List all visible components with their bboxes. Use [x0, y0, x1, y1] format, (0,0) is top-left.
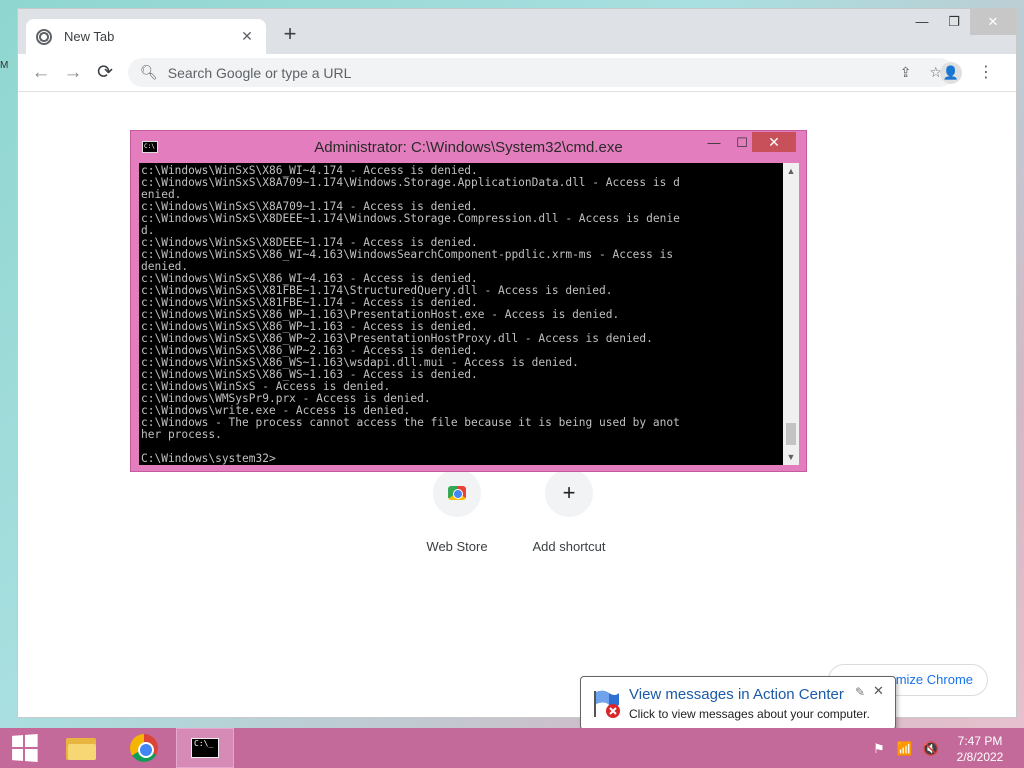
action-center-notification[interactable]: View messages in Action Center Click to … [580, 676, 896, 743]
volume-muted-icon[interactable]: 🔇 [922, 740, 940, 758]
close-button[interactable]: ✕ [970, 9, 1016, 35]
system-tray: ⚑ 📶 🔇 [870, 740, 940, 758]
console-line: c:\Windows\WinSxS\X86_WI~4.163\WindowsSe… [141, 248, 674, 261]
chrome-taskbar-button[interactable] [120, 728, 168, 768]
notification-body: Click to view messages about your comput… [629, 707, 870, 721]
console-line: her process. [141, 428, 222, 441]
desktop-edge-text: M [0, 60, 9, 71]
tab-title: New Tab [64, 29, 115, 44]
cmd-icon: C:\_ [191, 738, 219, 758]
network-icon[interactable]: 📶 [896, 740, 914, 758]
reload-icon[interactable]: ⟳ [92, 60, 118, 86]
shortcut-add[interactable]: + Add shortcut [514, 469, 624, 554]
tab-close-icon[interactable]: ✕ [238, 28, 256, 45]
folder-icon [66, 735, 96, 761]
cmd-window: C:\ Administrator: C:\Windows\System32\c… [130, 130, 807, 472]
chrome-titlebar: New Tab ✕ + — ❐ ✕ [18, 9, 1016, 54]
start-button[interactable] [0, 728, 48, 768]
chrome-menu-icon[interactable]: ⋮ [976, 62, 996, 84]
scroll-thumb[interactable] [786, 423, 796, 445]
shortcut-label: Add shortcut [532, 539, 606, 554]
console-line: c:\Windows\WinSxS\X8A709~1.174\Windows.S… [141, 176, 680, 189]
omnibox-placeholder[interactable]: Search Google or type a URL [168, 65, 882, 81]
scroll-down-icon[interactable]: ▼ [783, 449, 799, 465]
windows-logo-icon [12, 734, 38, 762]
forward-icon[interactable]: → [60, 60, 86, 86]
profile-avatar-icon[interactable]: 👤 [940, 62, 962, 84]
chrome-icon [130, 734, 158, 762]
scroll-up-icon[interactable]: ▲ [783, 163, 799, 179]
cmd-close-button[interactable]: ✕ [752, 132, 796, 152]
clock[interactable]: 7:47 PM 2/8/2022 [950, 733, 1010, 765]
tab-new-tab[interactable]: New Tab ✕ [26, 19, 266, 54]
new-tab-button[interactable]: + [278, 23, 302, 47]
back-icon[interactable]: ← [28, 60, 54, 86]
web-store-icon [448, 486, 466, 500]
file-explorer-button[interactable] [58, 728, 104, 768]
cmd-titlebar[interactable]: C:\ Administrator: C:\Windows\System32\c… [131, 131, 806, 163]
chrome-tab-icon [36, 28, 52, 45]
action-center-flag-icon [594, 690, 620, 718]
chrome-toolbar: ← → ⟳ 🔍︎ Search Google or type a URL ⇪ ☆… [18, 54, 1016, 92]
action-center-tray-icon[interactable]: ⚑ [870, 740, 888, 758]
console-output[interactable]: c:\Windows\WinSxS\X86_WI~4.174 - Access … [139, 163, 791, 465]
search-icon: 🔍︎ [140, 64, 158, 80]
notification-title[interactable]: View messages in Action Center [629, 686, 844, 703]
shortcut-web-store[interactable]: Web Store [402, 469, 512, 554]
omnibox[interactable]: 🔍︎ Search Google or type a URL ⇪ ☆ [128, 58, 954, 87]
notification-close-icon[interactable]: ✕ [873, 683, 884, 699]
add-shortcut-icon[interactable]: + [545, 469, 593, 517]
web-store-tile[interactable] [433, 469, 481, 517]
share-icon[interactable]: ⇪ [900, 64, 912, 81]
shortcut-label: Web Store [426, 539, 488, 554]
minimize-button[interactable]: — [906, 9, 938, 35]
console-line: c:\Windows - The process cannot access t… [141, 416, 680, 429]
console-scrollbar[interactable]: ▲ ▼ [783, 163, 799, 465]
maximize-button[interactable]: ❐ [938, 9, 970, 35]
window-controls: — ❐ ✕ [906, 9, 1016, 35]
console-line: c:\Windows\WinSxS\X8DEEE~1.174\Windows.S… [141, 212, 680, 225]
clock-date: 2/8/2022 [956, 750, 1004, 764]
console-line: C:\Windows\system32> [141, 452, 276, 465]
cmd-minimize-button[interactable]: — [701, 132, 727, 154]
pin-icon[interactable]: ✎ [855, 685, 865, 699]
clock-time: 7:47 PM [957, 734, 1003, 748]
cmd-taskbar-button[interactable]: C:\_ [176, 728, 234, 768]
